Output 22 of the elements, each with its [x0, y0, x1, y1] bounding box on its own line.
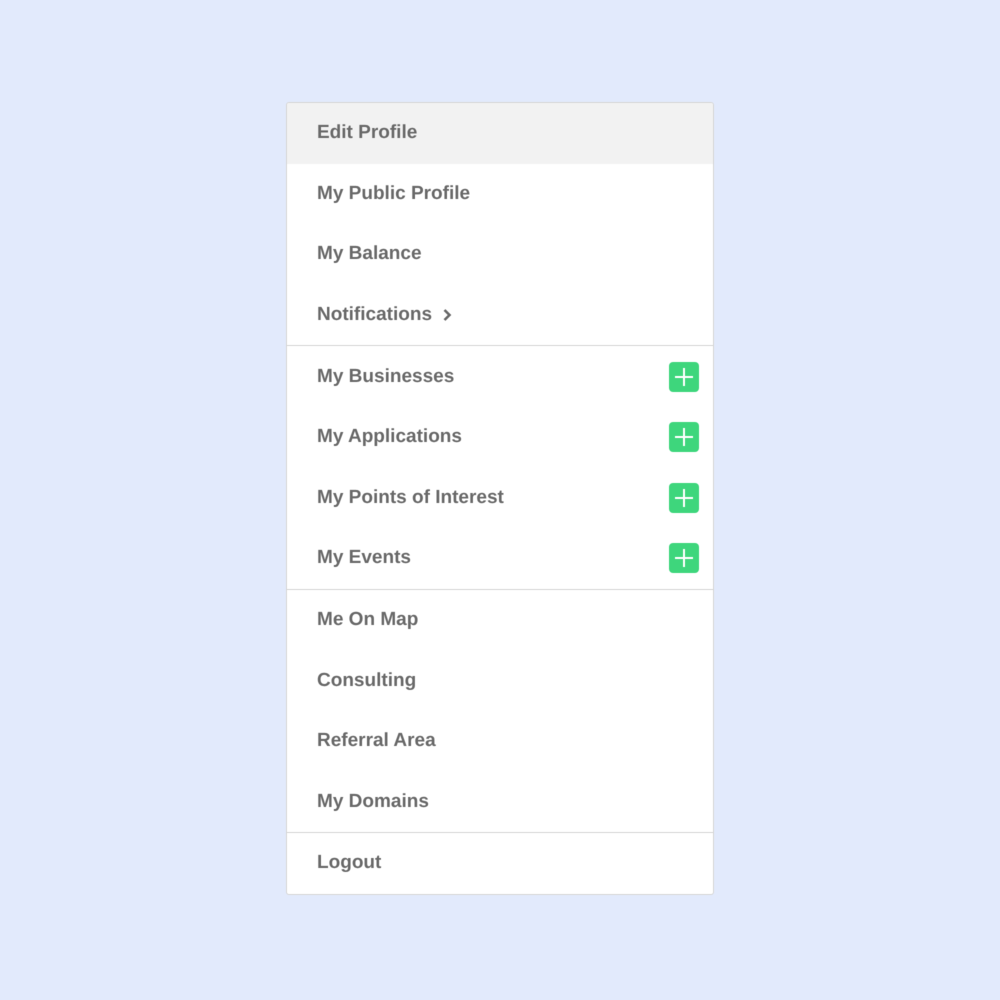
- menu-item[interactable]: My Points of Interest: [287, 468, 713, 528]
- add-button[interactable]: [669, 362, 699, 392]
- menu-item[interactable]: Notifications: [287, 284, 713, 346]
- add-button[interactable]: [669, 482, 699, 513]
- menu-item[interactable]: My Public Profile: [287, 164, 713, 224]
- menu-item[interactable]: My Domains: [287, 772, 713, 832]
- plus-icon: [674, 366, 694, 387]
- menu-item[interactable]: My Balance: [287, 224, 713, 285]
- plus-icon: [674, 548, 694, 568]
- menu-item[interactable]: My Applications: [287, 406, 713, 468]
- menu-item[interactable]: My Businesses: [287, 346, 713, 407]
- plus-icon: [674, 427, 694, 448]
- plus-icon: [674, 488, 694, 508]
- menu-item[interactable]: Consulting: [287, 650, 713, 711]
- menu-item[interactable]: Referral Area: [287, 710, 713, 772]
- add-button[interactable]: [669, 422, 699, 452]
- menu-item[interactable]: My Events: [287, 528, 713, 589]
- chevron-right-icon: [442, 308, 452, 322]
- menu-item[interactable]: Me On Map: [287, 590, 713, 650]
- menu-item[interactable]: Edit Profile: [287, 103, 713, 164]
- menu-item[interactable]: Logout: [287, 833, 713, 894]
- add-button[interactable]: [669, 543, 699, 574]
